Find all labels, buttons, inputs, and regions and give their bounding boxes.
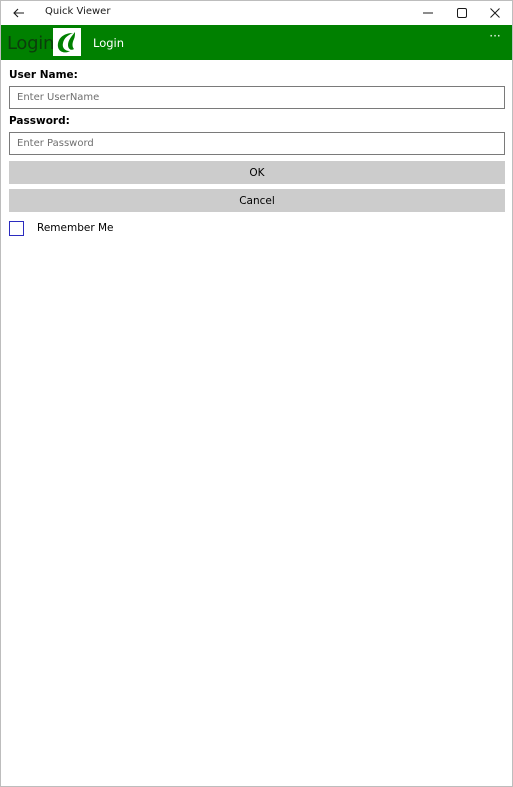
username-input[interactable] (9, 86, 505, 109)
cancel-button[interactable]: Cancel (9, 189, 505, 212)
window-title: Quick Viewer (45, 6, 111, 17)
minimize-button[interactable] (411, 1, 445, 25)
maximize-button[interactable] (445, 1, 479, 25)
remember-me-checkbox[interactable] (9, 221, 24, 236)
remember-me-label[interactable]: Remember Me (37, 222, 114, 234)
logo-text: Login (7, 33, 55, 54)
close-icon (490, 8, 500, 18)
maximize-icon (457, 8, 467, 18)
page-title: Login (93, 36, 125, 50)
cancel-button-label: Cancel (239, 194, 275, 207)
back-button[interactable] (9, 3, 29, 23)
back-arrow-icon (13, 8, 24, 18)
password-input[interactable] (9, 132, 505, 155)
username-label: User Name: (9, 69, 78, 81)
more-options-icon: ··· (489, 29, 501, 43)
app-window: Quick Viewer Login Login ··· User Name: … (0, 0, 513, 787)
title-bar: Quick Viewer (1, 1, 512, 25)
more-options-button[interactable]: ··· (485, 29, 505, 47)
close-button[interactable] (478, 1, 512, 25)
leaf-logo-icon (53, 28, 81, 56)
minimize-icon (423, 12, 433, 14)
password-label: Password: (9, 115, 70, 127)
ok-button-label: OK (249, 166, 265, 179)
ok-button[interactable]: OK (9, 161, 505, 184)
